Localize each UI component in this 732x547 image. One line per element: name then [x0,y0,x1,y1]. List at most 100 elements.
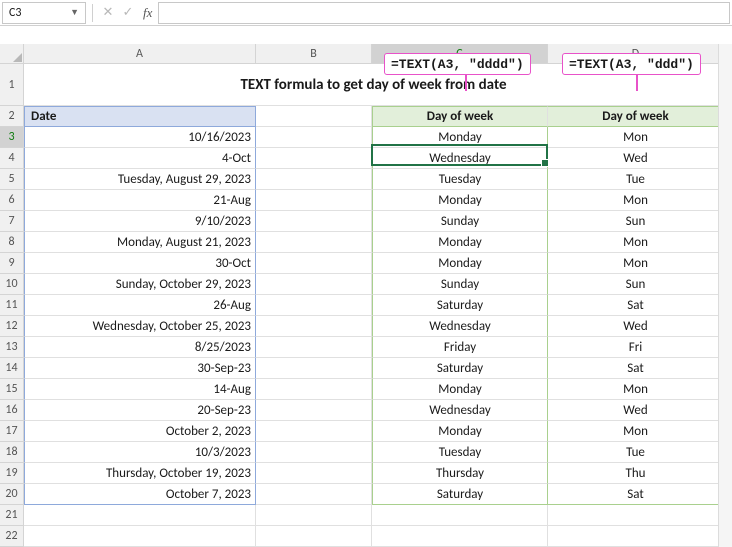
empty-cell[interactable] [548,505,724,526]
cell-D19[interactable]: Thu [548,463,724,484]
enter-icon[interactable]: ✓ [119,5,137,20]
row-header-12[interactable]: 12 [0,316,24,337]
cell-B3[interactable] [256,127,372,148]
cell-A17[interactable]: October 2, 2023 [24,421,256,442]
cell-C16[interactable]: Wednesday [372,400,548,421]
cell-A13[interactable]: 8/25/2023 [24,337,256,358]
row-header-14[interactable]: 14 [0,358,24,379]
cell-B18[interactable] [256,442,372,463]
cell-C18[interactable]: Tuesday [372,442,548,463]
cell-B12[interactable] [256,316,372,337]
cell-C10[interactable]: Sunday [372,274,548,295]
cell-B19[interactable] [256,463,372,484]
row-header-8[interactable]: 8 [0,232,24,253]
cell-B5[interactable] [256,169,372,190]
cell-A14[interactable]: 30-Sep-23 [24,358,256,379]
cell-C3[interactable]: Monday [372,127,548,148]
name-box[interactable]: C3 ▼ [2,2,86,24]
cell-D17[interactable]: Mon [548,421,724,442]
cell-B16[interactable] [256,400,372,421]
col-header-B[interactable]: B [256,44,372,64]
cell-C15[interactable]: Monday [372,379,548,400]
row-header-6[interactable]: 6 [0,190,24,211]
row-header-18[interactable]: 18 [0,442,24,463]
row-header-21[interactable]: 21 [0,505,24,526]
cell-C4[interactable]: Wednesday [372,148,548,169]
cell-B20[interactable] [256,484,372,505]
cell-C14[interactable]: Saturday [372,358,548,379]
empty-cell[interactable] [548,526,724,547]
row-header-4[interactable]: 4 [0,148,24,169]
cell-D14[interactable]: Sat [548,358,724,379]
header-day-full[interactable]: Day of week [372,106,548,127]
row-header-1[interactable]: 1 [0,64,24,106]
header-date[interactable]: Date [24,106,256,127]
col-header-A[interactable]: A [24,44,256,64]
row-header-10[interactable]: 10 [0,274,24,295]
cell-D12[interactable]: Wed [548,316,724,337]
cell-A12[interactable]: Wednesday, October 25, 2023 [24,316,256,337]
row-header-13[interactable]: 13 [0,337,24,358]
cell-B15[interactable] [256,379,372,400]
cell-B8[interactable] [256,232,372,253]
cell-A4[interactable]: 4-Oct [24,148,256,169]
fx-icon[interactable]: fx [139,5,156,21]
cell-C9[interactable]: Monday [372,253,548,274]
cell-B10[interactable] [256,274,372,295]
cell-C11[interactable]: Saturday [372,295,548,316]
cell-B17[interactable] [256,421,372,442]
row-header-19[interactable]: 19 [0,463,24,484]
row-header-5[interactable]: 5 [0,169,24,190]
formula-input[interactable] [158,2,730,24]
cell-A5[interactable]: Tuesday, August 29, 2023 [24,169,256,190]
empty-cell[interactable] [372,505,548,526]
cell-D18[interactable]: Tue [548,442,724,463]
cell-C20[interactable]: Saturday [372,484,548,505]
cancel-icon[interactable]: ✕ [99,5,117,20]
cell-D9[interactable]: Mon [548,253,724,274]
row-header-20[interactable]: 20 [0,484,24,505]
row-header-15[interactable]: 15 [0,379,24,400]
cell-B11[interactable] [256,295,372,316]
row-header-7[interactable]: 7 [0,211,24,232]
cell-B6[interactable] [256,190,372,211]
cell-A6[interactable]: 21-Aug [24,190,256,211]
cell-D11[interactable]: Sat [548,295,724,316]
select-all-corner[interactable] [0,44,24,64]
empty-cell[interactable] [372,526,548,547]
cell-D4[interactable]: Wed [548,148,724,169]
cell-D15[interactable]: Mon [548,379,724,400]
row-header-9[interactable]: 9 [0,253,24,274]
empty-cell[interactable] [24,505,256,526]
row-header-2[interactable]: 2 [0,106,24,127]
empty-cell[interactable] [256,526,372,547]
cell-D5[interactable]: Tue [548,169,724,190]
row-header-16[interactable]: 16 [0,400,24,421]
cell-D16[interactable]: Wed [548,400,724,421]
cell-B4[interactable] [256,148,372,169]
cell-D7[interactable]: Sun [548,211,724,232]
chevron-down-icon[interactable]: ▼ [70,7,79,18]
cell-A8[interactable]: Monday, August 21, 2023 [24,232,256,253]
cell-C12[interactable]: Wednesday [372,316,548,337]
cell-A15[interactable]: 14-Aug [24,379,256,400]
row-header-22[interactable]: 22 [0,526,24,547]
cell-A7[interactable]: 9/10/2023 [24,211,256,232]
grid[interactable]: ABCD1TEXT formula to get day of week fro… [0,44,732,547]
row-header-11[interactable]: 11 [0,295,24,316]
empty-cell[interactable] [24,526,256,547]
cell-C8[interactable]: Monday [372,232,548,253]
cell-A20[interactable]: October 7, 2023 [24,484,256,505]
cell-C13[interactable]: Friday [372,337,548,358]
cell-B7[interactable] [256,211,372,232]
cell-D6[interactable]: Mon [548,190,724,211]
cell-C7[interactable]: Sunday [372,211,548,232]
cell-A16[interactable]: 20-Sep-23 [24,400,256,421]
header-day-short[interactable]: Day of week [548,106,724,127]
cell-B14[interactable] [256,358,372,379]
cell-B9[interactable] [256,253,372,274]
row-header-17[interactable]: 17 [0,421,24,442]
cell-A19[interactable]: Thursday, October 19, 2023 [24,463,256,484]
cell-D13[interactable]: Fri [548,337,724,358]
cell-D3[interactable]: Mon [548,127,724,148]
